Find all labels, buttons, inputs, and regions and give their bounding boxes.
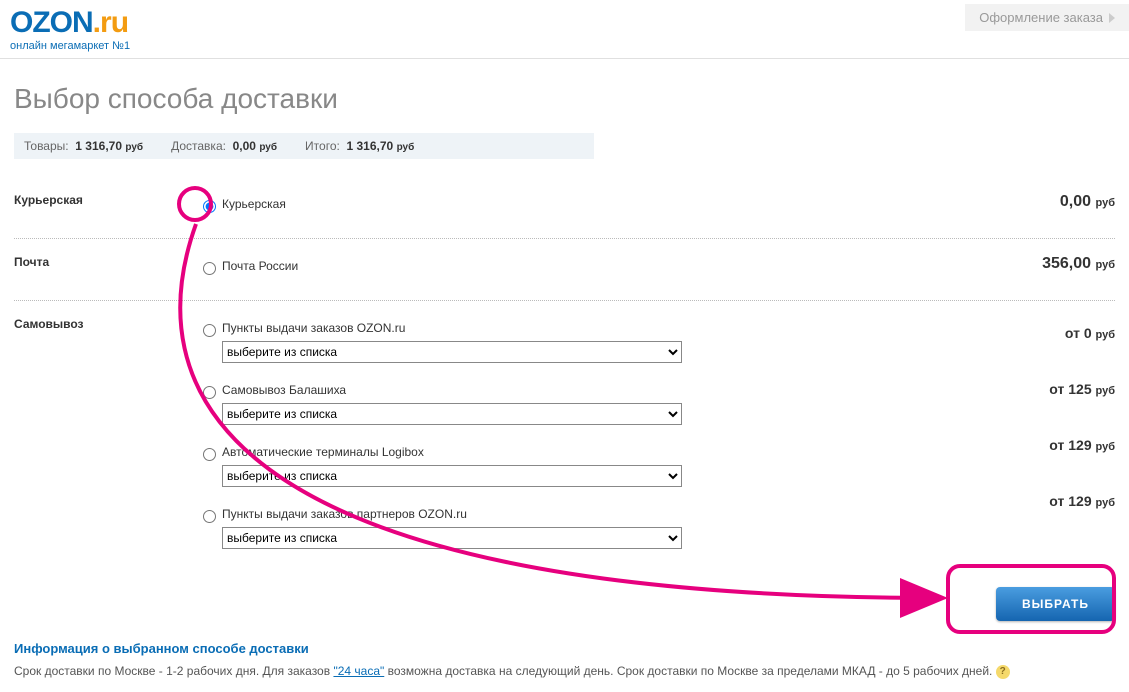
- radio-pickup-partners[interactable]: [203, 510, 216, 523]
- option-pickup-balashikha-label: Самовывоз Балашиха: [222, 381, 955, 397]
- radio-pickup-ozon[interactable]: [203, 324, 216, 337]
- summary-total-label: Итого:: [305, 139, 340, 153]
- price-post: 356,00 руб: [955, 253, 1115, 273]
- logo-tagline: онлайн мегамаркет №1: [10, 38, 130, 52]
- group-courier-label: Курьерская: [14, 191, 194, 207]
- breadcrumb: Оформление заказа: [965, 4, 1129, 31]
- select-pickup-ozon[interactable]: выберите из списка: [222, 341, 682, 363]
- price-courier: 0,00 руб: [955, 191, 1115, 211]
- logo-dot: .: [93, 6, 100, 39]
- option-courier-label: Курьерская: [222, 195, 955, 211]
- price-pickup-col: от 0 руб от 125 руб от 129 руб от 129: [955, 315, 1115, 509]
- option-pickup-partners-label: Пункты выдачи заказов партнеров OZON.ru: [222, 505, 955, 521]
- select-pickup-logibox[interactable]: выберите из списка: [222, 465, 682, 487]
- delivery-options: Курьерская Курьерская 0,00 руб Почта Поч…: [14, 177, 1115, 577]
- info-heading: Информация о выбранном способе доставки: [14, 641, 1115, 656]
- option-post-label: Почта России: [222, 257, 955, 273]
- group-courier: Курьерская Курьерская 0,00 руб: [14, 177, 1115, 239]
- help-icon[interactable]: ?: [996, 665, 1010, 679]
- price-summary: Товары: 1 316,70 руб Доставка: 0,00 руб …: [14, 133, 594, 159]
- summary-goods-value: 1 316,70: [75, 139, 122, 153]
- group-post: Почта Почта России 356,00 руб: [14, 239, 1115, 301]
- logo-ru-text: ru: [100, 6, 128, 39]
- radio-pickup-logibox[interactable]: [203, 448, 216, 461]
- group-post-label: Почта: [14, 253, 194, 269]
- radio-post[interactable]: [203, 262, 216, 275]
- option-pickup-logibox-label: Автоматические терминалы Logibox: [222, 443, 955, 459]
- summary-goods-label: Товары:: [24, 139, 69, 153]
- group-pickup-label: Самовывоз: [14, 315, 194, 331]
- summary-total-value: 1 316,70: [347, 139, 394, 153]
- content: Выбор способа доставки Товары: 1 316,70 …: [0, 59, 1129, 692]
- select-pickup-balashikha[interactable]: выберите из списка: [222, 403, 682, 425]
- currency-label: руб: [259, 142, 277, 153]
- header: OZON.ru онлайн мегамаркет №1 Оформление …: [0, 0, 1129, 59]
- select-pickup-partners[interactable]: выберите из списка: [222, 527, 682, 549]
- logo-ozon-text: OZON: [10, 6, 93, 39]
- summary-delivery-value: 0,00: [233, 139, 256, 153]
- select-button[interactable]: ВЫБРАТЬ: [996, 587, 1115, 621]
- page-title: Выбор способа доставки: [14, 83, 1115, 115]
- group-pickup: Самовывоз Пункты выдачи заказов OZON.ru …: [14, 301, 1115, 577]
- currency-label: руб: [125, 142, 143, 153]
- logo[interactable]: OZON.ru онлайн мегамаркет №1: [0, 4, 140, 58]
- breadcrumb-label: Оформление заказа: [979, 10, 1103, 25]
- currency-label: руб: [397, 142, 415, 153]
- option-pickup-ozon-label: Пункты выдачи заказов OZON.ru: [222, 319, 955, 335]
- summary-delivery-label: Доставка:: [171, 139, 226, 153]
- radio-courier[interactable]: [203, 200, 216, 213]
- radio-pickup-balashikha[interactable]: [203, 386, 216, 399]
- info-text: Срок доставки по Москве - 1-2 рабочих дн…: [14, 662, 1115, 680]
- chevron-right-icon: [1109, 13, 1115, 23]
- button-row: ВЫБРАТЬ: [14, 587, 1115, 621]
- link-24-hours[interactable]: "24 часа": [333, 664, 384, 678]
